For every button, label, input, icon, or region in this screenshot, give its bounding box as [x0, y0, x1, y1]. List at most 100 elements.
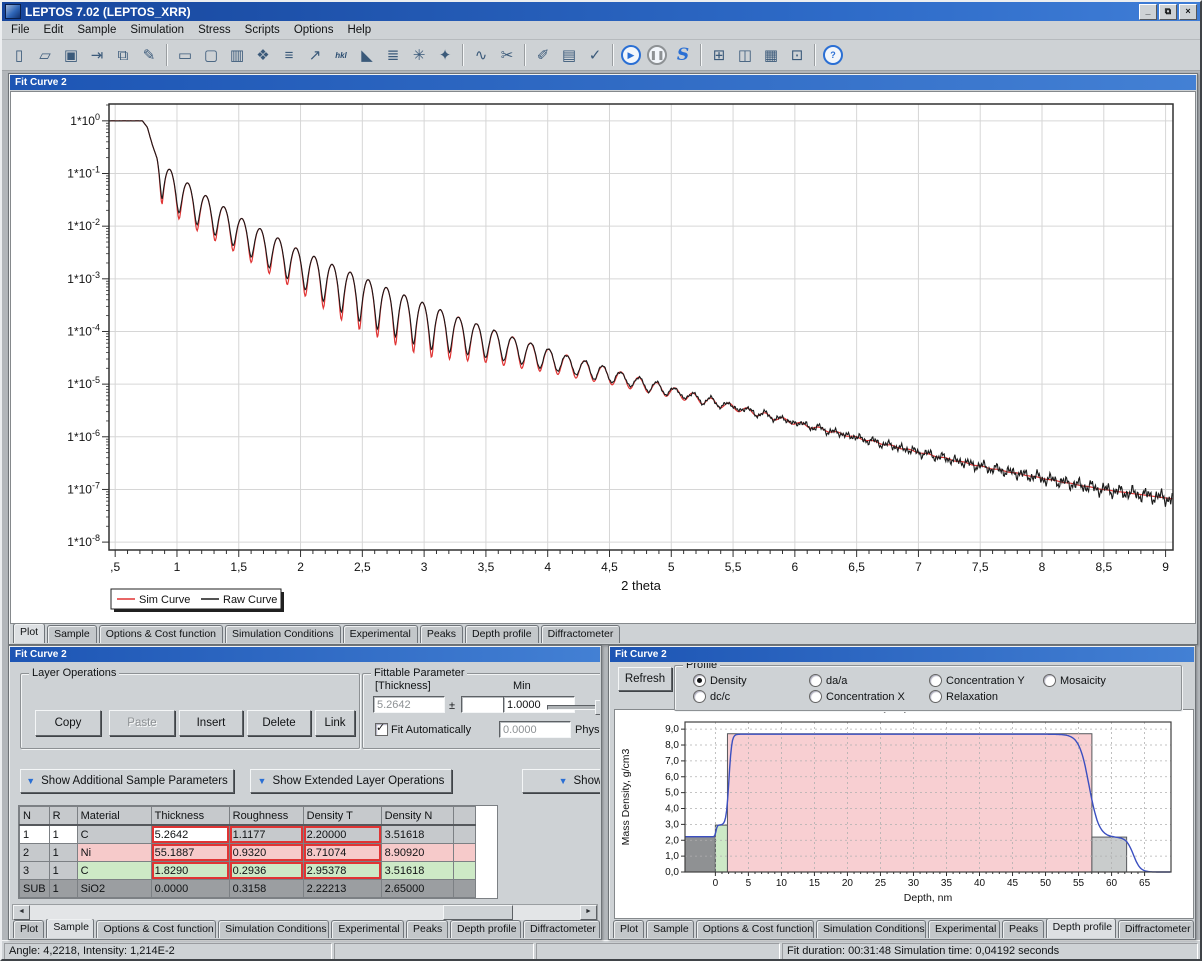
show-additional-sample-parameters-button[interactable]: ▼Show Additional Sample Parameters — [20, 769, 234, 793]
thickness-value-input[interactable] — [373, 696, 445, 713]
tab-sample[interactable]: Sample — [47, 625, 97, 643]
export-script-icon[interactable]: ↗ — [303, 43, 327, 67]
copy-button[interactable]: Copy — [35, 710, 101, 736]
show-extended-layer-operations-button[interactable]: ▼Show Extended Layer Operations — [250, 769, 452, 793]
print-icon[interactable]: ▤ — [557, 43, 581, 67]
cell-n-row1[interactable]: 1 — [20, 825, 50, 844]
cell-thickness-row4[interactable]: 0.0000 — [151, 880, 229, 898]
menu-options[interactable]: Options — [287, 23, 341, 37]
scroll-right-icon[interactable]: ► — [580, 905, 597, 920]
radio-relaxation[interactable]: Relaxation — [929, 690, 998, 703]
tab-peaks[interactable]: Peaks — [406, 920, 448, 938]
tile-windows-vertical-icon[interactable]: ▦ — [759, 43, 783, 67]
cell-material-row4[interactable]: SiO2 — [77, 880, 151, 898]
new-document-icon[interactable]: ▯ — [7, 43, 31, 67]
stress-scripts-icon[interactable]: S — [671, 43, 695, 67]
tab-peaks[interactable]: Peaks — [1002, 920, 1044, 938]
delete-button[interactable]: Delete — [247, 710, 311, 736]
cell-n-row4[interactable]: SUB — [20, 880, 50, 898]
radio-dc-c[interactable]: dc/c — [693, 690, 730, 703]
simulation-burst-icon[interactable]: ✳ — [407, 43, 431, 67]
document-icon[interactable]: ▢ — [199, 43, 223, 67]
radio-concentration-y[interactable]: Concentration Y — [929, 674, 1025, 687]
tab-diffractometer[interactable]: Diffractometer — [541, 625, 621, 643]
xrr-plot-area[interactable]: ,511,522,533,544,555,566,577,588,592 the… — [10, 91, 1196, 624]
cell-density-n-row3[interactable]: 3.51618 — [381, 862, 453, 880]
cell-material-row2[interactable]: Ni — [77, 844, 151, 862]
tab-experimental[interactable]: Experimental — [928, 920, 1000, 938]
tile-windows-grid-icon[interactable]: ⊞ — [707, 43, 731, 67]
menu-stress[interactable]: Stress — [191, 23, 238, 37]
cell-thickness-row2[interactable]: 55.1887 — [151, 844, 229, 862]
cell-roughness-row1[interactable]: 1.1177 — [229, 825, 303, 844]
cell-roughness-row3[interactable]: 0.2936 — [229, 862, 303, 880]
scrollbar-track[interactable] — [30, 905, 580, 920]
insert-button[interactable]: Insert — [179, 710, 243, 736]
menu-sample[interactable]: Sample — [70, 23, 123, 37]
cell-density-n-row4[interactable]: 2.65000 — [381, 880, 453, 898]
peak-select-icon[interactable]: ∿ — [469, 43, 493, 67]
cell-n-row3[interactable]: 3 — [20, 862, 50, 880]
tab-experimental[interactable]: Experimental — [343, 625, 418, 643]
run-fit-icon[interactable]: ▶ — [619, 43, 643, 67]
menu-file[interactable]: File — [4, 23, 37, 37]
tab-options-cost-function[interactable]: Options & Cost function — [96, 920, 216, 938]
tab-plot[interactable]: Plot — [13, 920, 44, 938]
menu-scripts[interactable]: Scripts — [238, 23, 287, 37]
tab-peaks[interactable]: Peaks — [420, 625, 463, 643]
edit-sample-file-icon[interactable]: ✎ — [137, 43, 161, 67]
radio-concentration-x[interactable]: Concentration X — [809, 690, 905, 703]
tab-diffractometer[interactable]: Diffractometer — [1118, 920, 1194, 938]
cell-density-n-row1[interactable]: 3.51618 — [381, 825, 453, 844]
annotate-curve-icon[interactable]: ✐ — [531, 43, 555, 67]
archive-icon[interactable]: ▥ — [225, 43, 249, 67]
cell-material-row1[interactable]: C — [77, 825, 151, 844]
menu-edit[interactable]: Edit — [37, 23, 71, 37]
tab-plot[interactable]: Plot — [613, 920, 644, 938]
document-settings-icon[interactable]: ❖ — [251, 43, 275, 67]
hkl-reflections-icon[interactable]: hkl — [329, 43, 353, 67]
open-file-icon[interactable]: ▱ — [33, 43, 57, 67]
scrollbar-thumb[interactable] — [443, 905, 513, 920]
tab-simulation-conditions[interactable]: Simulation Conditions — [816, 920, 926, 938]
folder-icon[interactable]: ▭ — [173, 43, 197, 67]
import-document-icon[interactable]: ⇥ — [85, 43, 109, 67]
cell-density-t-row1[interactable]: 2.20000 — [303, 825, 381, 844]
cell-r-row3[interactable]: 1 — [49, 862, 77, 880]
close-button[interactable]: × — [1179, 4, 1197, 20]
tile-windows-horizontal-icon[interactable]: ◫ — [733, 43, 757, 67]
tab-simulation-conditions[interactable]: Simulation Conditions — [225, 625, 341, 643]
show-x-ray-button[interactable]: ▼Show X-Ray — [522, 769, 600, 793]
cell-r-row2[interactable]: 1 — [49, 844, 77, 862]
tab-options-cost-function[interactable]: Options & Cost function — [99, 625, 223, 643]
tab-options-cost-function[interactable]: Options & Cost function — [696, 920, 814, 938]
help-icon[interactable]: ? — [821, 43, 845, 67]
cell-thickness-row1[interactable]: 5.2642 — [151, 825, 229, 844]
tab-depth-profile[interactable]: Depth profile — [450, 920, 521, 938]
scroll-left-icon[interactable]: ◄ — [13, 905, 30, 920]
tab-depth-profile[interactable]: Depth profile — [1046, 919, 1116, 938]
restore-button[interactable]: ⧉ — [1159, 4, 1177, 20]
fill-plot-icon[interactable]: ◣ — [355, 43, 379, 67]
parameter-setup-icon[interactable]: ✦ — [433, 43, 457, 67]
cell-r-row4[interactable]: 1 — [49, 880, 77, 898]
min-slider-handle[interactable] — [595, 700, 600, 715]
tab-simulation-conditions[interactable]: Simulation Conditions — [218, 920, 329, 938]
minimize-button[interactable]: _ — [1139, 4, 1157, 20]
tab-sample[interactable]: Sample — [646, 920, 694, 938]
cell-density-t-row4[interactable]: 2.22213 — [303, 880, 381, 898]
radio-density[interactable]: Density — [693, 674, 747, 687]
cell-roughness-row2[interactable]: 0.9320 — [229, 844, 303, 862]
cell-density-n-row2[interactable]: 8.90920 — [381, 844, 453, 862]
menu-simulation[interactable]: Simulation — [123, 23, 191, 37]
validate-fit-icon[interactable]: ✓ — [583, 43, 607, 67]
peak-cut-icon[interactable]: ✂ — [495, 43, 519, 67]
cell-n-row2[interactable]: 2 — [20, 844, 50, 862]
tab-experimental[interactable]: Experimental — [331, 920, 404, 938]
cell-density-t-row2[interactable]: 8.71074 — [303, 844, 381, 862]
min-slider-track[interactable] — [547, 705, 600, 710]
sample-window-titlebar[interactable]: Fit Curve 2 — [10, 647, 600, 662]
cell-material-row3[interactable]: C — [77, 862, 151, 880]
profile-window-titlebar[interactable]: Fit Curve 2 — [610, 647, 1194, 662]
plot-window-titlebar[interactable]: Fit Curve 2 — [10, 75, 1196, 90]
